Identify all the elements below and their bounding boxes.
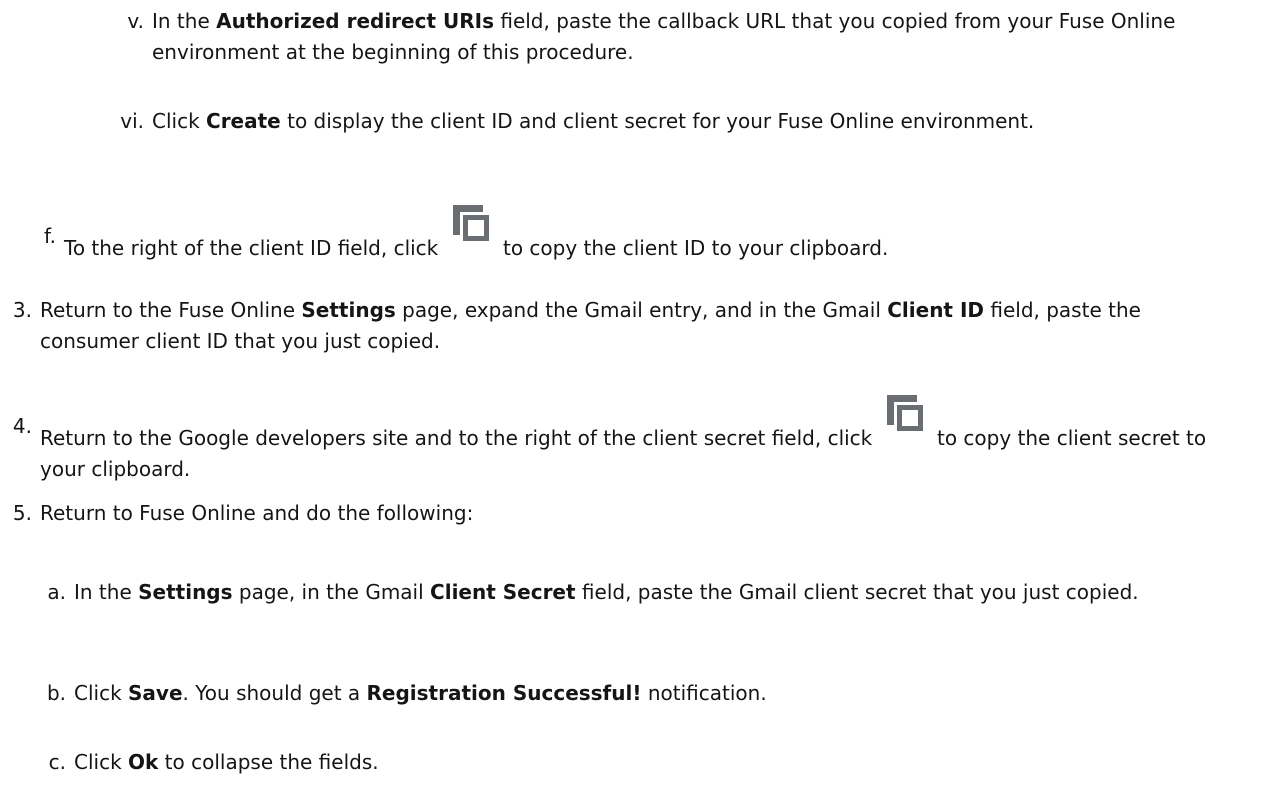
list-item-text: Return to the Google developers site and… <box>40 395 1240 485</box>
list-marker: 3. <box>12 298 32 322</box>
list-item-vi: vi. Click Create to display the client I… <box>104 106 1262 137</box>
emphasis: Authorized redirect URIs <box>216 9 494 33</box>
list-item-4: 4. Return to the Google developers site … <box>0 395 1240 485</box>
emphasis: Client ID <box>887 298 984 322</box>
copy-icon <box>451 205 491 261</box>
list-marker: a. <box>47 580 66 604</box>
list-item-c: c. Click Ok to collapse the fields. <box>26 747 1244 778</box>
list-item-v: v. In the Authorized redirect URIs field… <box>104 6 1262 68</box>
list-marker: b. <box>46 681 66 705</box>
list-marker: 4. <box>12 414 32 438</box>
emphasis: Registration Successful! <box>366 681 642 705</box>
list-marker: 5. <box>12 501 32 525</box>
list-marker: f. <box>44 224 56 248</box>
emphasis: Create <box>206 109 281 133</box>
list-item-text: In the Authorized redirect URIs field, p… <box>152 9 1176 64</box>
list-item-a: a. In the Settings page, in the Gmail Cl… <box>26 577 1244 608</box>
copy-icon <box>885 395 925 451</box>
emphasis: Client Secret <box>430 580 576 604</box>
list-item-text: To the right of the client ID field, cli… <box>64 205 1214 264</box>
emphasis: Save <box>128 681 183 705</box>
list-item-3: 3. Return to the Fuse Online Settings pa… <box>0 295 1240 357</box>
list-item-text: In the Settings page, in the Gmail Clien… <box>74 580 1139 604</box>
list-marker: vi. <box>120 109 144 133</box>
list-item-text: Return to Fuse Online and do the followi… <box>40 501 474 525</box>
list-item-text: Return to the Fuse Online Settings page,… <box>40 298 1141 353</box>
list-item-5: 5. Return to Fuse Online and do the foll… <box>0 498 1240 529</box>
list-item-text: Click Create to display the client ID an… <box>152 109 1035 133</box>
emphasis: Settings <box>301 298 396 322</box>
list-item-b: b. Click Save. You should get a Registra… <box>26 678 1244 709</box>
list-marker: v. <box>127 9 144 33</box>
list-marker: c. <box>48 750 66 774</box>
list-item-text: Click Ok to collapse the fields. <box>74 750 379 774</box>
list-item-f: f. To the right of the client ID field, … <box>14 205 1214 264</box>
list-item-text: Click Save. You should get a Registratio… <box>74 681 767 705</box>
emphasis: Ok <box>128 750 159 774</box>
emphasis: Settings <box>138 580 233 604</box>
